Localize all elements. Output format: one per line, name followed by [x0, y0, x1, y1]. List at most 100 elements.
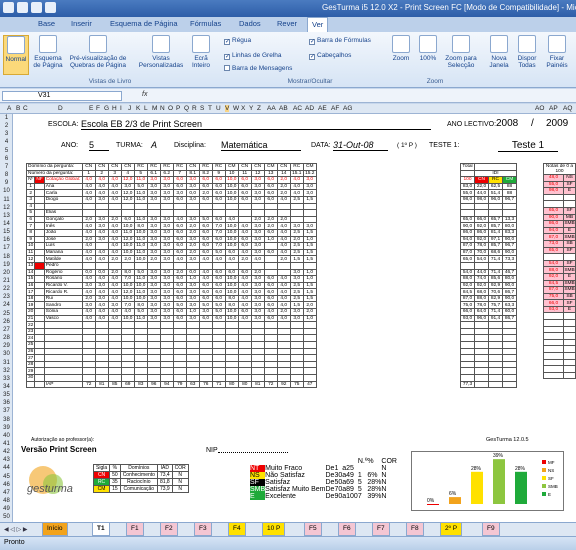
- tab-dados[interactable]: Dados: [239, 19, 261, 28]
- score-cell[interactable]: 11,0: [133, 195, 148, 204]
- score-cell[interactable]: [250, 209, 265, 217]
- row-header[interactable]: 37: [0, 408, 13, 414]
- row-header[interactable]: 9: [0, 180, 13, 186]
- score-cell[interactable]: [159, 367, 174, 375]
- score-cell[interactable]: [198, 334, 213, 343]
- score-cell[interactable]: 10,0: [120, 281, 135, 290]
- score-cell[interactable]: [224, 367, 239, 375]
- check-cabecalhos[interactable]: Cabeçalhos: [309, 52, 351, 60]
- row-header[interactable]: 40: [0, 433, 13, 439]
- score-cell[interactable]: 6,0: [211, 235, 226, 244]
- column-header[interactable]: T: [208, 105, 212, 112]
- score-cell[interactable]: [81, 334, 96, 343]
- score-cell[interactable]: 4,0: [289, 182, 304, 191]
- column-header[interactable]: C: [23, 105, 28, 112]
- row-header[interactable]: 23: [0, 294, 13, 300]
- column-header[interactable]: U: [216, 105, 221, 112]
- score-cell[interactable]: 5,0: [133, 182, 148, 191]
- score-cell[interactable]: [211, 354, 226, 362]
- score-cell[interactable]: [250, 360, 265, 369]
- row-header[interactable]: 27: [0, 327, 13, 333]
- row-header[interactable]: 13: [0, 213, 13, 219]
- score-cell[interactable]: 10,0: [133, 228, 148, 237]
- score-cell[interactable]: 3,0: [302, 222, 317, 230]
- score-cell[interactable]: 10,0: [120, 222, 135, 230]
- score-cell[interactable]: 12,0: [120, 288, 135, 296]
- freeze-panes-button[interactable]: Fixar Painéis: [541, 35, 573, 69]
- score-cell[interactable]: 3,0: [250, 314, 265, 323]
- zoom-100-button[interactable]: 100%: [416, 35, 440, 62]
- score-cell[interactable]: 10,0: [133, 255, 148, 263]
- score-cell[interactable]: 4,0: [94, 255, 109, 263]
- student-name[interactable]: [43, 327, 83, 336]
- score-cell[interactable]: [276, 367, 291, 375]
- quick-access-toolbar[interactable]: [3, 2, 56, 13]
- score-cell[interactable]: 6,0: [263, 288, 278, 296]
- row-header[interactable]: 10: [0, 188, 13, 194]
- score-cell[interactable]: [250, 374, 265, 382]
- score-cell[interactable]: 3,0: [185, 235, 200, 244]
- score-cell[interactable]: 11,0: [133, 314, 148, 323]
- arrange-all-button[interactable]: Dispor Todas: [514, 35, 540, 69]
- score-cell[interactable]: 4,0: [81, 222, 96, 230]
- score-cell[interactable]: 6,0: [237, 308, 252, 316]
- score-cell[interactable]: [107, 334, 122, 343]
- score-cell[interactable]: 3,0: [159, 228, 174, 237]
- score-cell[interactable]: [172, 261, 187, 270]
- score-cell[interactable]: 3,0: [185, 288, 200, 296]
- column-header[interactable]: AO: [535, 105, 544, 112]
- score-cell[interactable]: 7,0: [211, 222, 226, 230]
- row-header[interactable]: 16: [0, 237, 13, 243]
- column-header[interactable]: E: [89, 105, 93, 112]
- score-cell[interactable]: [211, 261, 226, 270]
- score-cell[interactable]: 10,0: [120, 294, 135, 303]
- score-cell[interactable]: 7,0: [120, 301, 135, 310]
- row-header[interactable]: 49: [0, 506, 13, 512]
- score-cell[interactable]: 4,0: [198, 275, 213, 283]
- score-cell[interactable]: 0,0: [185, 189, 200, 197]
- student-name[interactable]: Ricardo V.: [43, 281, 83, 290]
- score-cell[interactable]: 3,0: [94, 222, 109, 230]
- score-cell[interactable]: 3,0: [146, 195, 161, 204]
- score-cell[interactable]: 4,0: [94, 308, 109, 316]
- score-cell[interactable]: 4,0: [107, 195, 122, 204]
- row-header[interactable]: 11: [0, 197, 13, 203]
- score-cell[interactable]: [146, 334, 161, 343]
- score-cell[interactable]: [302, 374, 317, 382]
- score-cell[interactable]: 6,0: [263, 189, 278, 197]
- score-cell[interactable]: 4,0: [276, 248, 291, 257]
- score-cell[interactable]: [198, 341, 213, 349]
- score-cell[interactable]: 1,0: [302, 275, 317, 283]
- score-cell[interactable]: [159, 374, 174, 382]
- score-cell[interactable]: 6,0: [211, 215, 226, 224]
- score-cell[interactable]: 6,0: [224, 268, 239, 277]
- score-cell[interactable]: 6,0: [120, 215, 135, 224]
- score-cell[interactable]: 3,0: [250, 189, 265, 197]
- score-cell[interactable]: 3,0: [159, 281, 174, 290]
- score-cell[interactable]: 6,0: [237, 242, 252, 250]
- score-cell[interactable]: 3,0: [146, 281, 161, 290]
- score-cell[interactable]: 4,0: [237, 301, 252, 310]
- score-cell[interactable]: [107, 354, 122, 362]
- worksheet[interactable]: ESCOLA: Escola EB 2/3 de Print Screen AN…: [13, 114, 576, 522]
- student-name[interactable]: Mariana: [43, 248, 83, 257]
- score-cell[interactable]: [159, 354, 174, 362]
- score-cell[interactable]: 3,0: [185, 215, 200, 224]
- student-name[interactable]: [43, 360, 83, 369]
- column-header[interactable]: AP: [549, 105, 558, 112]
- score-cell[interactable]: 3,0: [250, 222, 265, 230]
- score-cell[interactable]: [302, 354, 317, 362]
- score-cell[interactable]: 2,5: [289, 195, 304, 204]
- score-cell[interactable]: [237, 261, 252, 270]
- score-cell[interactable]: 6,0: [263, 228, 278, 237]
- student-name[interactable]: Elias: [43, 209, 83, 217]
- score-cell[interactable]: [237, 374, 252, 382]
- score-cell[interactable]: 3,0: [94, 235, 109, 244]
- score-cell[interactable]: 12,0: [120, 235, 135, 244]
- row-header[interactable]: 39: [0, 425, 13, 431]
- student-name[interactable]: Inês: [43, 222, 83, 230]
- score-cell[interactable]: [224, 334, 239, 343]
- score-cell[interactable]: 3,0: [159, 301, 174, 310]
- score-cell[interactable]: [289, 321, 304, 329]
- score-cell[interactable]: 6,0: [224, 248, 239, 257]
